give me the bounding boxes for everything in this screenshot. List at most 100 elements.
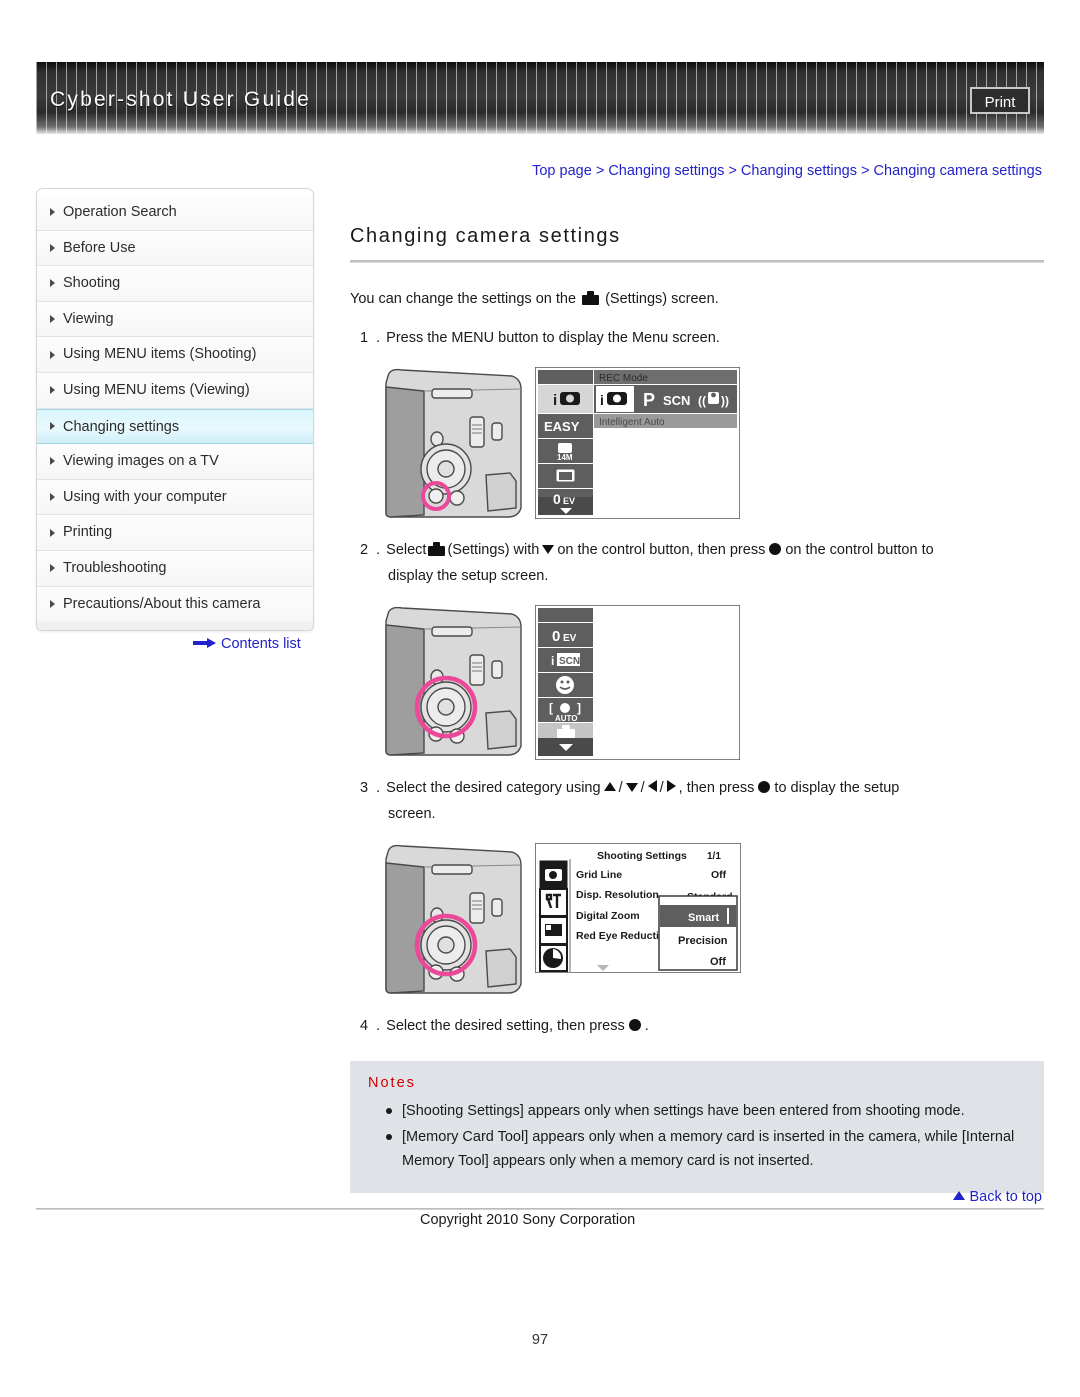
sidebar-item-before-use[interactable]: Before Use [37,230,313,267]
breadcrumb-separator: > [595,163,605,179]
svg-text:Off: Off [710,956,726,968]
settings-icon [582,291,600,305]
svg-text:1/1: 1/1 [707,851,721,862]
step-3-line-2: screen. [388,806,436,822]
step-1-number: 1 . [360,330,383,346]
step-2-number: 2 . [360,542,383,558]
breadcrumb-item-1[interactable]: Changing settings [608,163,724,179]
contents-list-link[interactable]: Contents list [193,636,301,652]
footer-divider [36,1208,1044,1210]
center-button-icon [769,543,782,555]
triangle-up-icon [953,1191,966,1200]
menu-screen-svg-2: 0 EV i SCN [ ] AUTO [534,604,741,761]
intro-text-after: (Settings) screen. [605,291,719,307]
sidebar-item-precautions-about-this-camera[interactable]: Precautions/About this camera [37,586,313,623]
settings-screen-illustration: Shooting Settings 1/1 Grid Line Off Disp… [534,842,742,978]
svg-text:EV: EV [563,496,575,506]
breadcrumb-item-3[interactable]: Changing camera settings [874,163,1042,179]
step-1-text: Press the MENU button to display the Men… [386,330,720,346]
svg-text:Precision: Precision [678,935,728,947]
sidebar-item-shooting[interactable]: Shooting [37,266,313,302]
svg-text:P: P [643,390,655,410]
intro-text-before: You can change the settings on the [350,291,577,307]
sidebar-item-viewing-images-on-a-tv[interactable]: Viewing images on a TV [37,444,313,480]
svg-text:Intelligent Auto: Intelligent Auto [599,417,665,428]
step-3-text-a: Select the desired category using [386,780,601,796]
camera-svg-1 [385,368,522,518]
svg-text:Shooting Settings: Shooting Settings [597,850,687,862]
sidebar-item-printing[interactable]: Printing [37,515,313,551]
triangle-up-icon [603,782,616,791]
step-2-line-2: display the setup screen. [388,568,549,584]
step-4-text-a: Select the desired setting, then press [386,1018,625,1034]
step-4: 4 . Select the desired setting, then pre… [350,1013,1044,1039]
sidebar-item-troubleshooting[interactable]: Troubleshooting [37,550,313,587]
svg-text:Red Eye Reducti: Red Eye Reducti [576,930,659,942]
sidebar-nav: Operation Search Before Use Shooting Vie… [36,188,314,632]
svg-text:Smart: Smart [688,912,720,924]
sidebar-item-operation-search[interactable]: Operation Search [37,195,313,231]
step-2-text-d: on the control button to [785,542,934,558]
page-root: Cyber-shot User Guide Print Top page > C… [0,0,1080,1397]
breadcrumb[interactable]: Top page > Changing settings > Changing … [532,163,1042,179]
copyright-text: Copyright 2010 Sony Corporation [420,1212,636,1228]
back-to-top-link[interactable]: Back to top [953,1189,1042,1205]
sidebar-item-using-menu-items-shooting[interactable]: Using MENU items (Shooting) [37,337,313,373]
svg-text:SCN: SCN [559,656,580,667]
svg-text:SCN: SCN [663,393,690,408]
main-content: Changing camera settings You can change … [350,225,1044,1193]
camera-svg-2 [385,606,522,756]
breadcrumb-separator: > [728,163,737,179]
svg-text:EV: EV [563,633,577,644]
title-divider [350,260,1044,263]
triangle-down-icon [542,545,555,554]
breadcrumb-item-0[interactable]: Top page [532,163,592,179]
menu-screen-illustration-1: i EASY 14M 0 EV REC Mode i P SCN (()) I… [534,366,741,524]
site-header: Cyber-shot User Guide Print [36,62,1044,134]
center-button-icon [758,781,771,793]
note-item: [Memory Card Tool] appears only when a m… [386,1125,1026,1173]
breadcrumb-item-2[interactable]: Changing settings [741,163,857,179]
sidebar-item-changing-settings[interactable]: Changing settings [37,408,313,445]
figure-step-2: 0 EV i SCN [ ] AUTO [380,603,741,764]
sidebar-item-viewing[interactable]: Viewing [37,301,313,338]
step-1: 1 . Press the MENU button to display the… [350,325,1044,351]
settings-icon [428,542,446,556]
svg-text:0: 0 [553,491,561,507]
menu-screen-svg-1: i EASY 14M 0 EV REC Mode i P SCN (()) I… [534,366,741,520]
breadcrumb-separator: > [861,163,870,179]
settings-screen-svg: Shooting Settings 1/1 Grid Line Off Disp… [534,842,742,974]
triangle-left-icon [647,780,657,792]
camera-back-illustration-1 [380,365,528,526]
svg-text:Digital Zoom: Digital Zoom [576,910,640,922]
step-3: 3 . Select the desired category using / / /… [350,775,1044,827]
page-number: 97 [531,1332,549,1348]
arrow-right-icon [193,638,217,649]
camera-back-illustration-3 [380,841,528,1002]
page-title: Changing camera settings [350,225,621,247]
step-3-number: 3 . [360,780,383,796]
svg-text:AUTO: AUTO [555,714,578,723]
sidebar-item-using-with-your-computer[interactable]: Using with your computer [37,479,313,516]
step-2-text-a: Select [386,542,427,558]
camera-back-illustration-2 [380,603,528,764]
notes-list: [Shooting Settings] appears only when se… [368,1099,1026,1173]
camera-svg-3 [385,844,522,994]
step-4-text-b: . [644,1018,649,1034]
notes-box: Notes [Shooting Settings] appears only w… [350,1061,1044,1193]
sidebar-item-using-menu-items-viewing[interactable]: Using MENU items (Viewing) [37,372,313,409]
print-button[interactable]: Print [970,87,1030,114]
svg-text:i: i [553,392,557,409]
step-2: 2 . Select (Settings) with on the control … [350,537,1044,589]
step-3-text-c: to display the setup [774,780,900,796]
back-to-top-label: Back to top [969,1189,1042,1205]
svg-text:Off: Off [711,869,727,881]
svg-text:EASY: EASY [544,419,580,434]
step-3-text-b: , then press [678,780,755,796]
center-button-icon [628,1019,641,1031]
svg-text:i: i [551,654,554,668]
svg-text:((: (( [698,394,706,408]
svg-text:[: [ [549,701,553,715]
svg-text:]: ] [577,701,581,715]
svg-text:i: i [600,392,604,408]
